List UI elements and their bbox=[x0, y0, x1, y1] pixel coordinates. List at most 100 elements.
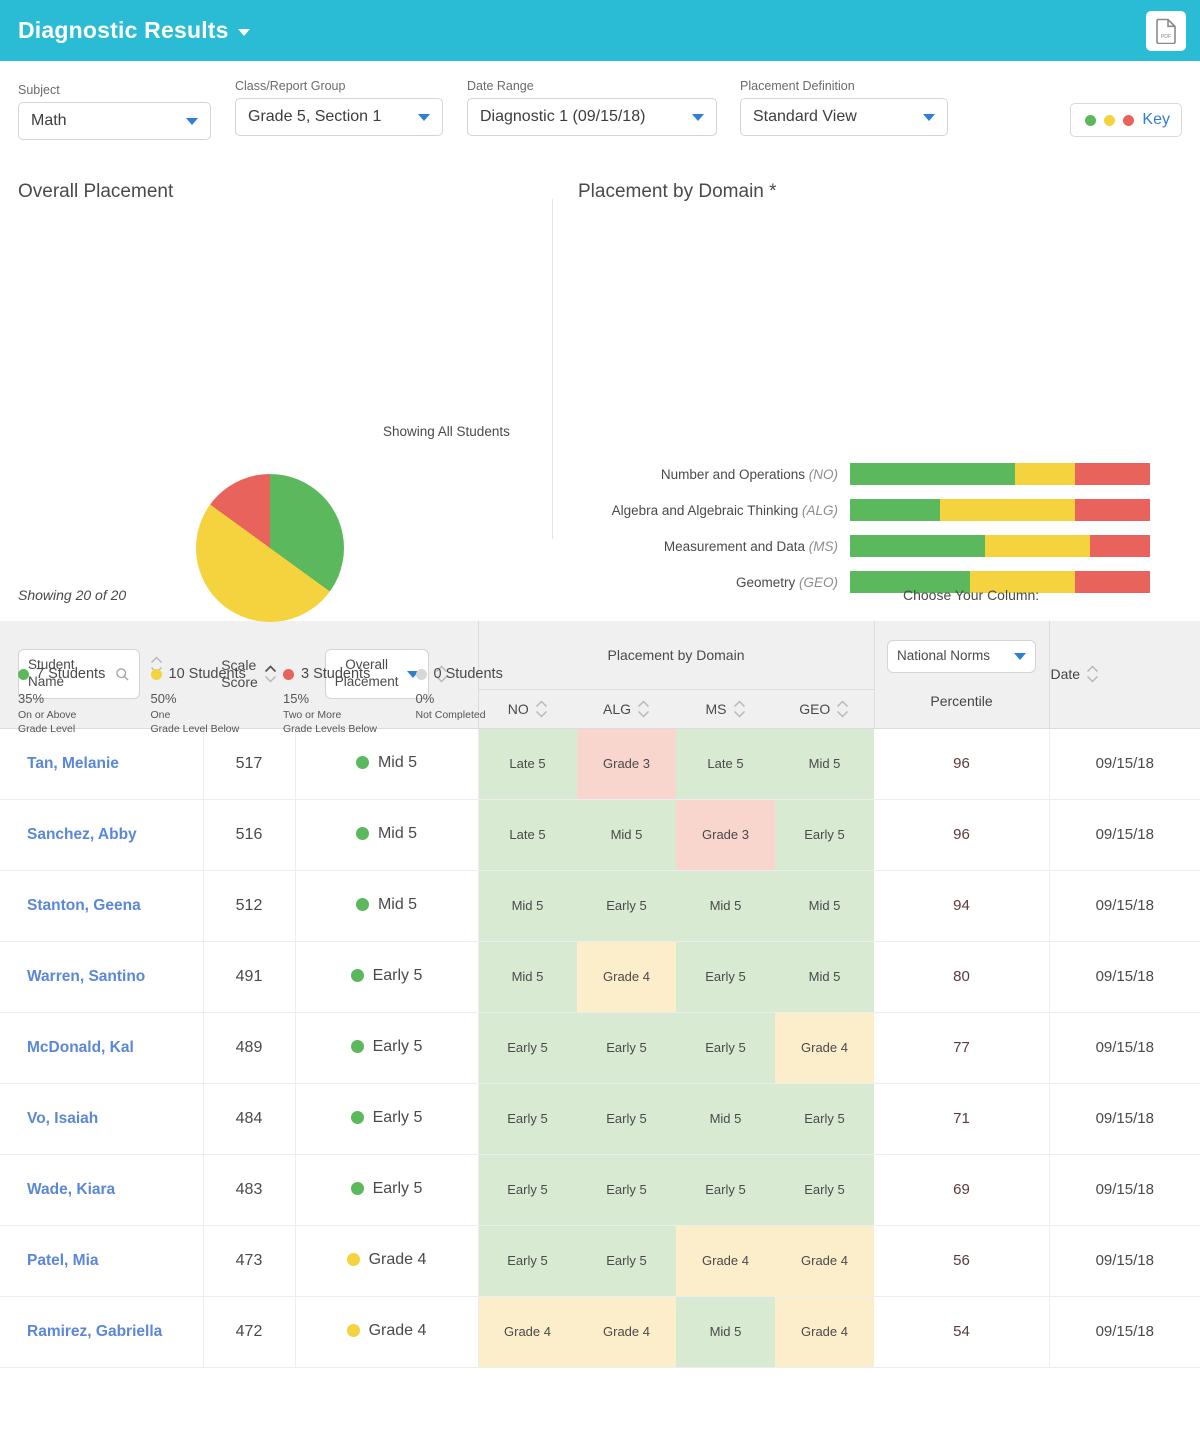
date-range-value: Diagnostic 1 (09/15/18) bbox=[480, 108, 646, 125]
student-name-link[interactable]: Wade, Kiara bbox=[0, 1154, 203, 1226]
scale-score-cell: 473 bbox=[202, 1225, 296, 1297]
filter-bar: Subject Math Class/Report Group Grade 5,… bbox=[0, 61, 1200, 161]
domain-cell: Mid 5 bbox=[775, 941, 875, 1013]
student-name-link[interactable]: Stanton, Geena bbox=[0, 870, 203, 942]
overall-placement-cell: Mid 5 bbox=[295, 728, 479, 800]
overall-placement-text: Grade 4 bbox=[368, 1321, 427, 1339]
domain-cell: Mid 5 bbox=[775, 728, 875, 800]
date-cell: 09/15/18 bbox=[1049, 728, 1200, 800]
date-cell: 09/15/18 bbox=[1049, 1296, 1200, 1368]
domain-cell: Grade 4 bbox=[477, 1296, 577, 1368]
percentile-cell: 71 bbox=[873, 1083, 1050, 1155]
student-name-link[interactable]: Ramirez, Gabriella bbox=[0, 1296, 203, 1368]
scale-score-cell: 516 bbox=[202, 799, 296, 871]
export-pdf-button[interactable]: PDF bbox=[1146, 10, 1186, 51]
domain-cell: Early 5 bbox=[775, 1083, 875, 1155]
app-header: Diagnostic Results PDF bbox=[0, 0, 1200, 61]
overall-placement-cell: Early 5 bbox=[295, 941, 479, 1013]
showing-count-label: Showing 20 of 20 bbox=[18, 587, 127, 603]
domain-cell: Mid 5 bbox=[775, 870, 875, 942]
table-row[interactable]: Ramirez, Gabriella 472 Grade 4 Grade 4 Grade… bbox=[0, 1296, 1200, 1368]
table-row[interactable]: Patel, Mia 473 Grade 4 Early 5 Early 5 Grade … bbox=[0, 1225, 1200, 1297]
section-divider bbox=[552, 199, 553, 539]
date-cell: 09/15/18 bbox=[1049, 799, 1200, 871]
caret-down-icon[interactable] bbox=[237, 29, 250, 36]
bar-segment bbox=[1075, 463, 1150, 485]
table-row[interactable]: Stanton, Geena 512 Mid 5 Mid 5 Early 5 Mid 5M… bbox=[0, 870, 1200, 942]
domain-stacked-bar bbox=[850, 535, 1150, 557]
domain-cell: Early 5 bbox=[577, 1012, 676, 1084]
legend-description: Not Completed bbox=[415, 709, 486, 721]
domain-cell: Early 5 bbox=[477, 1083, 577, 1155]
student-name-link[interactable]: Warren, Santino bbox=[0, 941, 203, 1013]
legend-count: 7 Students bbox=[36, 666, 106, 682]
legend-count: 0 Students bbox=[433, 666, 503, 682]
class-select-value: Grade 5, Section 1 bbox=[248, 108, 382, 125]
key-dot-yellow bbox=[1104, 114, 1116, 126]
domain-cell: Mid 5 bbox=[477, 941, 577, 1013]
chevron-down-icon bbox=[692, 113, 704, 121]
domain-cell: Grade 4 bbox=[676, 1225, 775, 1297]
placement-status-dot bbox=[350, 1040, 364, 1054]
domain-cell: Grade 3 bbox=[577, 728, 676, 800]
domain-cell: Early 5 bbox=[577, 1083, 676, 1155]
table-row[interactable]: Sanchez, Abby 516 Mid 5 Late 5 Mid 5 Grade 3E… bbox=[0, 799, 1200, 871]
sort-domain-ms[interactable] bbox=[733, 699, 746, 718]
sort-domain-alg[interactable] bbox=[637, 699, 650, 718]
scale-score-cell: 472 bbox=[202, 1296, 296, 1368]
date-range-select[interactable]: Diagnostic 1 (09/15/18) bbox=[467, 98, 717, 136]
overall-placement-text: Early 5 bbox=[372, 966, 423, 984]
domain-cell: Grade 4 bbox=[577, 1296, 676, 1368]
overall-placement-text: Early 5 bbox=[372, 1037, 423, 1055]
overall-placement-cell: Mid 5 bbox=[295, 799, 479, 871]
percentile-cell: 96 bbox=[873, 799, 1050, 871]
bar-segment bbox=[1015, 463, 1075, 485]
student-name-link[interactable]: McDonald, Kal bbox=[0, 1012, 203, 1084]
legend-item: 3 Students 15% Two or More Grade Levels Bel… bbox=[283, 666, 416, 736]
sort-domain-geo[interactable] bbox=[836, 699, 849, 718]
subject-select[interactable]: Math bbox=[18, 102, 211, 140]
header-domain-alg: ALG bbox=[577, 688, 676, 729]
chevron-down-icon bbox=[733, 710, 745, 718]
sort-date[interactable] bbox=[1086, 665, 1099, 683]
domain-bar-label: Algebra and Algebraic Thinking (ALG) bbox=[611, 502, 838, 518]
legend-dot bbox=[18, 668, 29, 680]
filter-class-label: Class/Report Group bbox=[235, 79, 346, 93]
norms-select[interactable]: National Norms bbox=[887, 639, 1037, 673]
legend-count: 10 Students bbox=[168, 666, 246, 682]
placement-definition-select[interactable]: Standard View bbox=[740, 98, 948, 136]
table-row[interactable]: Wade, Kiara 483 Early 5 Early 5 Early 5 Early… bbox=[0, 1154, 1200, 1226]
table-row[interactable]: McDonald, Kal 489 Early 5 Early 5 Early 5 Ear… bbox=[0, 1012, 1200, 1084]
page-title-dropdown[interactable]: Diagnostic Results bbox=[18, 17, 250, 44]
scale-score-cell: 484 bbox=[202, 1083, 296, 1155]
domain-cell: Mid 5 bbox=[676, 870, 775, 942]
class-report-group-select[interactable]: Grade 5, Section 1 bbox=[235, 98, 443, 136]
student-name-link[interactable]: Tan, Melanie bbox=[0, 728, 203, 800]
legend-dot bbox=[150, 668, 162, 680]
student-name-link[interactable]: Patel, Mia bbox=[0, 1225, 203, 1297]
student-name-link[interactable]: Vo, Isaiah bbox=[0, 1083, 203, 1155]
percentile-cell: 69 bbox=[873, 1154, 1050, 1226]
header-norms-column: National Norms Percentile bbox=[874, 621, 1050, 729]
legend-count: 3 Students bbox=[301, 666, 371, 682]
header-domain-geo: GEO bbox=[775, 688, 875, 729]
pie-legend: 7 Students 35% On or Above Grade Level 10 St… bbox=[18, 666, 548, 736]
placement-status-dot bbox=[346, 1324, 360, 1338]
overall-placement-text: Mid 5 bbox=[377, 753, 418, 771]
overall-placement-cell: Mid 5 bbox=[295, 870, 479, 942]
chevron-up-icon bbox=[637, 699, 650, 707]
table-row[interactable]: Vo, Isaiah 484 Early 5 Early 5 Early 5 Mid 5E… bbox=[0, 1083, 1200, 1155]
key-button[interactable]: Key bbox=[1070, 103, 1182, 137]
overall-placement-text: Early 5 bbox=[372, 1108, 423, 1126]
student-name-link[interactable]: Sanchez, Abby bbox=[0, 799, 203, 871]
table-row[interactable]: Tan, Melanie 517 Mid 5 Late 5 Grade 3 Late 5M… bbox=[0, 728, 1200, 800]
table-row[interactable]: Warren, Santino 491 Early 5 Mid 5 Grade 4 Ear… bbox=[0, 941, 1200, 1013]
legend-percent: 0% bbox=[415, 691, 435, 706]
overall-placement-cell: Grade 4 bbox=[295, 1225, 479, 1297]
percentile-cell: 56 bbox=[873, 1225, 1050, 1297]
filter-subject: Subject Math bbox=[18, 83, 211, 140]
table-body: Tan, Melanie 517 Mid 5 Late 5 Grade 3 Late 5M… bbox=[0, 728, 1200, 1368]
domain-column-label: MS bbox=[705, 700, 727, 717]
legend-percent: 35% bbox=[18, 691, 45, 706]
domain-cell: Early 5 bbox=[775, 1154, 875, 1226]
